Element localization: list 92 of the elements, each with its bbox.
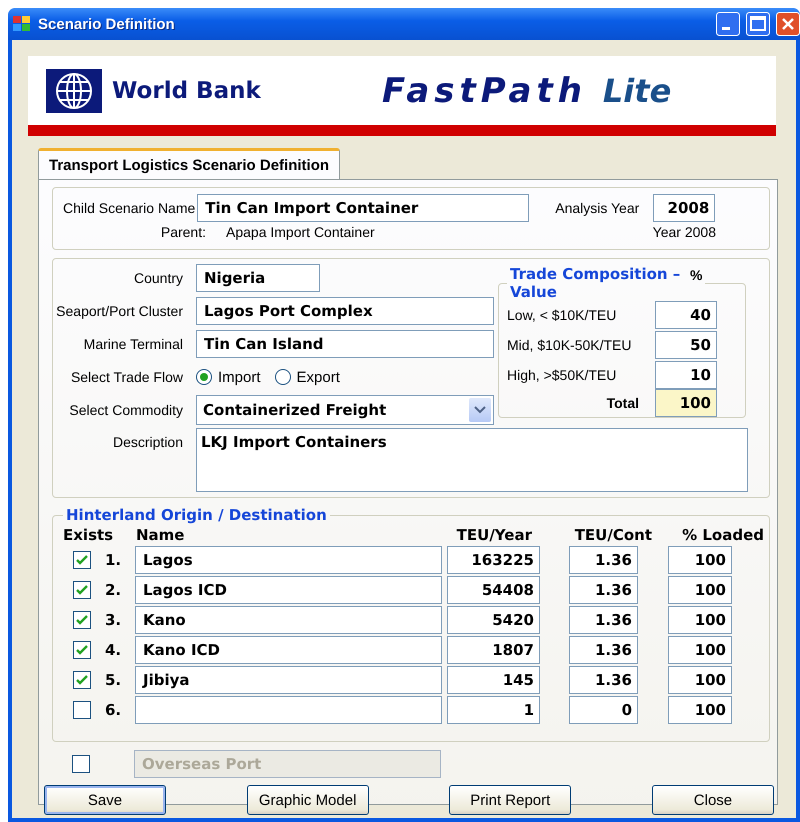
teu-year-field[interactable]: 5420	[447, 606, 540, 634]
teu-cont-field[interactable]: 1.36	[569, 636, 638, 664]
teu-year-field[interactable]: 163225	[447, 546, 540, 574]
scenario-name-field[interactable]: Tin Can Import Container	[197, 194, 530, 222]
checkbox[interactable]	[73, 611, 91, 629]
total-field[interactable]: 100	[655, 389, 717, 417]
column-header: % Loaded	[681, 526, 764, 544]
parent-name: Apapa Import Container	[226, 224, 376, 240]
field-label: Select Commodity	[68, 402, 183, 418]
check-icon	[75, 553, 89, 567]
total-label: Total	[606, 395, 639, 411]
year-field[interactable]: 2008	[653, 194, 716, 222]
teu-year-field[interactable]: 1	[447, 696, 540, 724]
field-label: Marine Terminal	[82, 336, 183, 352]
field-label: Seaport/Port Cluster	[55, 303, 183, 319]
teu-cont-field[interactable]: 0	[569, 696, 638, 724]
percent-field[interactable]: 10	[655, 361, 717, 389]
window-title: Scenario Definition	[38, 16, 176, 32]
loaded-field[interactable]: 100	[668, 606, 732, 634]
percent-unit: %	[690, 267, 702, 283]
tab[interactable]: Transport Logistics Scenario Definition	[38, 148, 340, 179]
dialog-button[interactable]: Close	[652, 785, 774, 815]
field-label: Parent:	[160, 224, 206, 240]
field-label: Select Trade Flow	[70, 369, 183, 385]
teu-cont-field[interactable]: 1.36	[569, 666, 638, 694]
minimize-button[interactable]	[716, 12, 740, 36]
checkbox[interactable]	[73, 641, 91, 659]
loaded-field[interactable]: 100	[668, 546, 732, 574]
checkbox[interactable]	[73, 671, 91, 689]
field-label: Description	[112, 434, 183, 450]
teu-year-field[interactable]: 145	[447, 666, 540, 694]
checkbox[interactable]	[73, 551, 91, 569]
check-icon	[75, 583, 89, 597]
column-header: Exists	[63, 526, 114, 544]
dialog-button[interactable]: Graphic Model	[246, 785, 369, 815]
organization-name: World Bank	[112, 78, 262, 104]
row-number: 3.	[105, 611, 122, 629]
loaded-field[interactable]: 100	[668, 696, 732, 724]
column-header: TEU/Year	[456, 526, 532, 544]
name-field[interactable]: Lagos ICD	[135, 576, 442, 604]
teu-cont-field[interactable]: 1.36	[569, 546, 638, 574]
app-icon	[12, 14, 32, 34]
name-field[interactable]: Jibiya	[135, 666, 442, 694]
teu-cont-field[interactable]: 1.36	[569, 576, 638, 604]
column-header: TEU/Cont	[574, 526, 652, 544]
field-label: Low, < $10K/TEU	[507, 307, 616, 323]
row-number: 6.	[105, 701, 122, 719]
field-label: Child Scenario Name	[63, 200, 196, 216]
radio-option[interactable]: Export	[274, 368, 340, 386]
row-number: 1.	[105, 551, 122, 569]
dialog-button[interactable]: Print Report	[449, 785, 572, 815]
percent-field[interactable]: 50	[655, 331, 717, 359]
check-icon	[75, 613, 89, 627]
commodity-dropdown[interactable]: Containerized Freight	[196, 395, 494, 425]
field-label: Analysis Year	[554, 200, 640, 216]
product-name: FastPath	[382, 70, 587, 110]
check-icon	[75, 643, 89, 657]
loaded-field[interactable]: 100	[668, 576, 732, 604]
edition-name: Lite	[602, 72, 672, 110]
name-field[interactable]: Lagos	[135, 546, 442, 574]
name-field[interactable]: Kano ICD	[135, 636, 442, 664]
parent-year: Year 2008	[652, 224, 716, 240]
percent-field[interactable]: 40	[655, 301, 717, 329]
globe-icon	[46, 68, 102, 112]
description-field[interactable]: LKJ Import Containers	[196, 428, 748, 492]
text-field[interactable]: Lagos Port Complex	[196, 297, 494, 325]
row-number: 2.	[105, 581, 122, 599]
field-label: High, >$50K/TEU	[507, 367, 616, 383]
maximize-button[interactable]	[746, 12, 770, 36]
text-field[interactable]: Tin Can Island	[196, 330, 494, 358]
teu-year-field[interactable]: 54408	[447, 576, 540, 604]
text-field[interactable]: Nigeria	[196, 264, 320, 292]
field-label: Mid, $10K-50K/TEU	[507, 337, 632, 353]
row-number: 5.	[105, 671, 122, 689]
teu-cont-field[interactable]: 1.36	[569, 606, 638, 634]
loaded-field[interactable]: 100	[668, 636, 732, 664]
column-header: Name	[136, 526, 186, 544]
teu-year-field[interactable]: 1807	[447, 636, 540, 664]
field-label: Country	[132, 270, 183, 286]
dialog-button[interactable]: Save	[44, 785, 166, 815]
checkbox[interactable]	[73, 581, 91, 599]
close-button[interactable]	[776, 12, 800, 36]
row-number: 4.	[105, 641, 122, 659]
name-field[interactable]	[135, 696, 442, 724]
group-title: Trade Composition – Value	[510, 265, 682, 301]
loaded-field[interactable]: 100	[668, 666, 732, 694]
group-title: Hinterland Origin / Destination	[66, 506, 327, 524]
check-icon	[75, 673, 89, 687]
chevron-down-icon	[469, 398, 491, 422]
radio-option[interactable]: Import	[196, 368, 261, 386]
checkbox[interactable]	[73, 701, 91, 719]
name-field[interactable]: Kano	[135, 606, 442, 634]
